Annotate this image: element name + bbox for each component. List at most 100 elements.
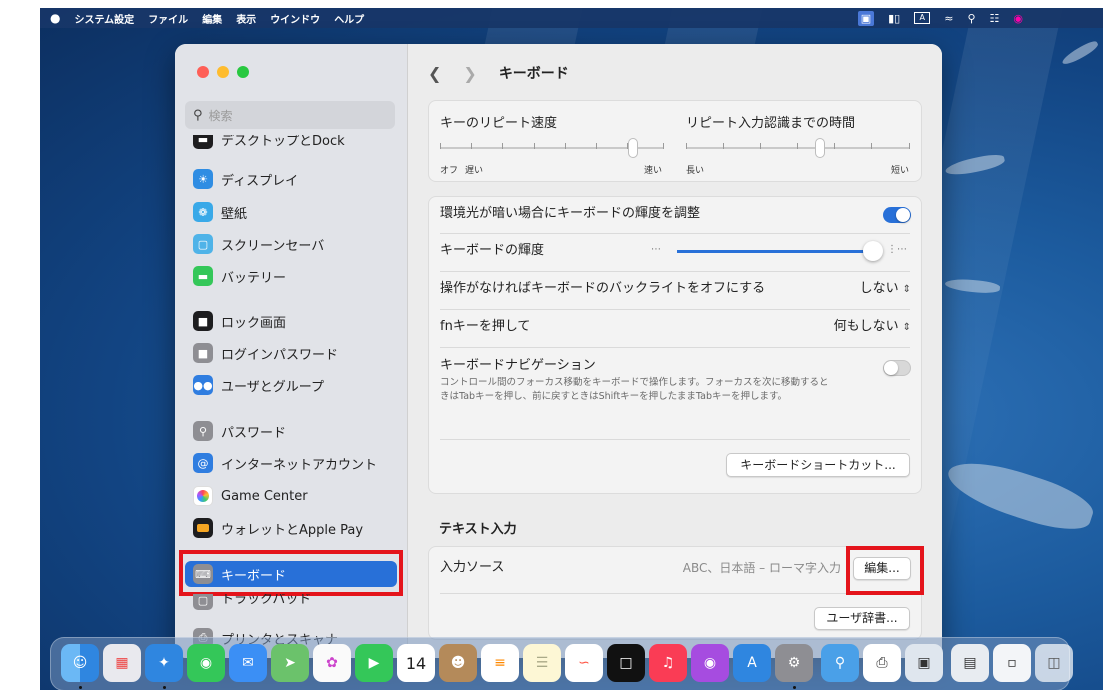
backlight-off-value: しない xyxy=(859,281,899,296)
search-icon[interactable]: ⚲ xyxy=(967,12,975,25)
slider-tick xyxy=(663,143,664,149)
appstore-icon[interactable]: A xyxy=(733,644,771,682)
sidebar-item-wallpaper[interactable]: ❁ 壁紙 xyxy=(185,199,397,225)
forward-arrow-icon[interactable]: ❯ xyxy=(463,64,476,83)
calendar-icon[interactable]: 14 xyxy=(397,644,435,682)
search-input[interactable]: ⚲ 検索 xyxy=(185,101,395,129)
wallet-icon xyxy=(193,518,213,538)
sidebar-item-label: パスワード xyxy=(221,425,287,441)
sidebar-item-label: トラックパッド xyxy=(221,594,312,607)
keyboard-navigation-label: キーボードナビゲーション xyxy=(440,358,596,373)
keyboard-options-group: 環境光が暗い場合にキーボードの輝度を調整 キーボードの輝度 ⋯ ⋮⋯ 操作がなけ… xyxy=(428,196,922,494)
brightness-slider-knob[interactable] xyxy=(863,241,883,261)
slider-tick xyxy=(502,143,503,149)
safari-icon[interactable]: ✦ xyxy=(145,644,183,682)
close-icon[interactable] xyxy=(197,66,209,78)
sidebar-item-label: ウォレットとApple Pay xyxy=(221,522,364,538)
sidebar-item-trackpad[interactable]: ▢ トラックパッド xyxy=(185,594,397,612)
podcasts-icon[interactable]: ◉ xyxy=(691,644,729,682)
printer-queue-icon[interactable]: ⎙ xyxy=(863,644,901,682)
menu-file[interactable]: ファイル xyxy=(148,11,188,26)
slider-tick xyxy=(534,143,535,149)
repeat-delay-track[interactable] xyxy=(686,147,910,149)
users-icon: ●● xyxy=(193,375,213,395)
fn-key-popup[interactable]: 何もしない ⇕ xyxy=(834,310,911,345)
notes-icon[interactable]: ☰ xyxy=(523,644,561,682)
sidebar-item-label: インターネットアカウント xyxy=(221,457,378,473)
facetime-icon[interactable]: ▶ xyxy=(355,644,393,682)
fn-key-label: fnキーを押して xyxy=(440,319,531,334)
auto-brightness-toggle[interactable] xyxy=(883,207,911,223)
repeat-delay-slider-knob[interactable] xyxy=(815,138,826,158)
sidebar: ⚲ 検索 ▬ デスクトップとDock ☀ ディスプレイ ❁ 壁紙 ▢ スクリーン… xyxy=(175,44,408,658)
input-sources-label: 入力ソース xyxy=(440,560,505,575)
mail-icon[interactable]: ✉ xyxy=(229,644,267,682)
menu-system-settings[interactable]: システム設定 xyxy=(74,11,134,26)
music-icon[interactable]: ♫ xyxy=(649,644,687,682)
display-icon[interactable]: ▣ xyxy=(857,10,875,26)
key-repeat-rate-slider-knob[interactable] xyxy=(627,138,638,158)
divider xyxy=(440,439,910,440)
sidebar-item-screensaver[interactable]: ▢ スクリーンセーバ xyxy=(185,231,397,257)
menu-bar: ● システム設定 ファイル 編集 表示 ウインドウ ヘルプ ▣ ▮▯ A ≈ ⚲… xyxy=(40,8,1103,28)
sidebar-item-battery[interactable]: ▬ バッテリー xyxy=(185,263,397,289)
menu-help[interactable]: ヘルプ xyxy=(334,11,364,26)
minimize-icon[interactable] xyxy=(217,66,229,78)
keyboard-navigation-toggle[interactable] xyxy=(883,360,911,376)
slider-tick xyxy=(686,143,687,149)
settings-icon[interactable]: ⚙ xyxy=(775,644,813,682)
launchpad-icon[interactable]: ▦ xyxy=(103,644,141,682)
sidebar-item-lock-screen[interactable]: ■ ロック画面 xyxy=(185,308,397,334)
slider-tick xyxy=(440,143,441,149)
sidebar-item-game-center[interactable]: Game Center xyxy=(185,483,397,509)
keyboard-shortcuts-button[interactable]: キーボードショートカット... xyxy=(726,453,910,477)
document-icon[interactable]: ▫ xyxy=(993,644,1031,682)
input-a-icon[interactable]: A xyxy=(914,12,931,24)
sidebar-item-display[interactable]: ☀ ディスプレイ xyxy=(185,166,397,192)
delay-short-label: 短い xyxy=(891,166,910,176)
contacts-icon[interactable]: ☻ xyxy=(439,644,477,682)
zoom-icon[interactable] xyxy=(237,66,249,78)
dock-icon: ▬ xyxy=(193,135,213,149)
sidebar-item-login-password[interactable]: ■ ログインパスワード xyxy=(185,340,397,366)
downloads-icon[interactable]: ▤ xyxy=(951,644,989,682)
sidebar-item-label: Game Center xyxy=(221,488,308,504)
apple-menu-icon[interactable]: ● xyxy=(50,11,60,25)
siri-icon[interactable]: ◉ xyxy=(1013,12,1023,25)
sidebar-item-passwords[interactable]: ⚲ パスワード xyxy=(185,418,397,444)
slider-tick xyxy=(596,143,597,149)
preview-icon[interactable]: ⚲ xyxy=(821,644,859,682)
sidebar-item-label: ロック画面 xyxy=(221,315,287,331)
sidebar-item-internet-accounts[interactable]: @ インターネットアカウント xyxy=(185,450,397,476)
back-arrow-icon[interactable]: ❮ xyxy=(428,64,441,83)
key-repeat-rate-label: キーのリピート速度 xyxy=(440,116,558,131)
tv-icon[interactable]: □ xyxy=(607,644,645,682)
menu-view[interactable]: 表示 xyxy=(236,11,256,26)
sidebar-item-users-groups[interactable]: ●● ユーザとグループ xyxy=(185,372,397,398)
finder-icon[interactable]: ☺ xyxy=(61,644,99,682)
dolphin-shape xyxy=(941,450,1099,540)
rate-slow-label: 遅い xyxy=(465,166,484,176)
control-center-icon[interactable]: ☷ xyxy=(990,12,1000,25)
menu-edit[interactable]: 編集 xyxy=(202,11,222,26)
sidebar-item-label: 壁紙 xyxy=(221,206,248,222)
menu-window[interactable]: ウインドウ xyxy=(270,11,320,26)
messages-icon[interactable]: ◉ xyxy=(187,644,225,682)
reminders-icon[interactable]: ≡ xyxy=(481,644,519,682)
search-icon: ⚲ xyxy=(193,107,203,123)
battery-icon[interactable]: ▮▯ xyxy=(888,12,900,25)
maps-icon[interactable]: ➤ xyxy=(271,644,309,682)
sidebar-item-desktop-dock[interactable]: ▬ デスクトップとDock xyxy=(185,135,397,149)
slider-tick xyxy=(471,143,472,149)
sidebar-item-wallet[interactable]: ウォレットとApple Pay xyxy=(185,515,397,541)
screenshot-icon[interactable]: ▣ xyxy=(905,644,943,682)
wifi-icon[interactable]: ≈ xyxy=(944,12,953,25)
user-dictionary-button[interactable]: ユーザ辞書... xyxy=(814,607,910,630)
photos-icon[interactable]: ✿ xyxy=(313,644,351,682)
trash-icon[interactable]: ◫ xyxy=(1035,644,1073,682)
backlight-off-popup[interactable]: しない ⇕ xyxy=(860,272,911,307)
sidebar-item-label: ログインパスワード xyxy=(221,347,339,363)
freeform-icon[interactable]: ∽ xyxy=(565,644,603,682)
fn-key-value: 何もしない xyxy=(833,319,899,334)
sidebar-item-label: スクリーンセーバ xyxy=(221,238,325,254)
